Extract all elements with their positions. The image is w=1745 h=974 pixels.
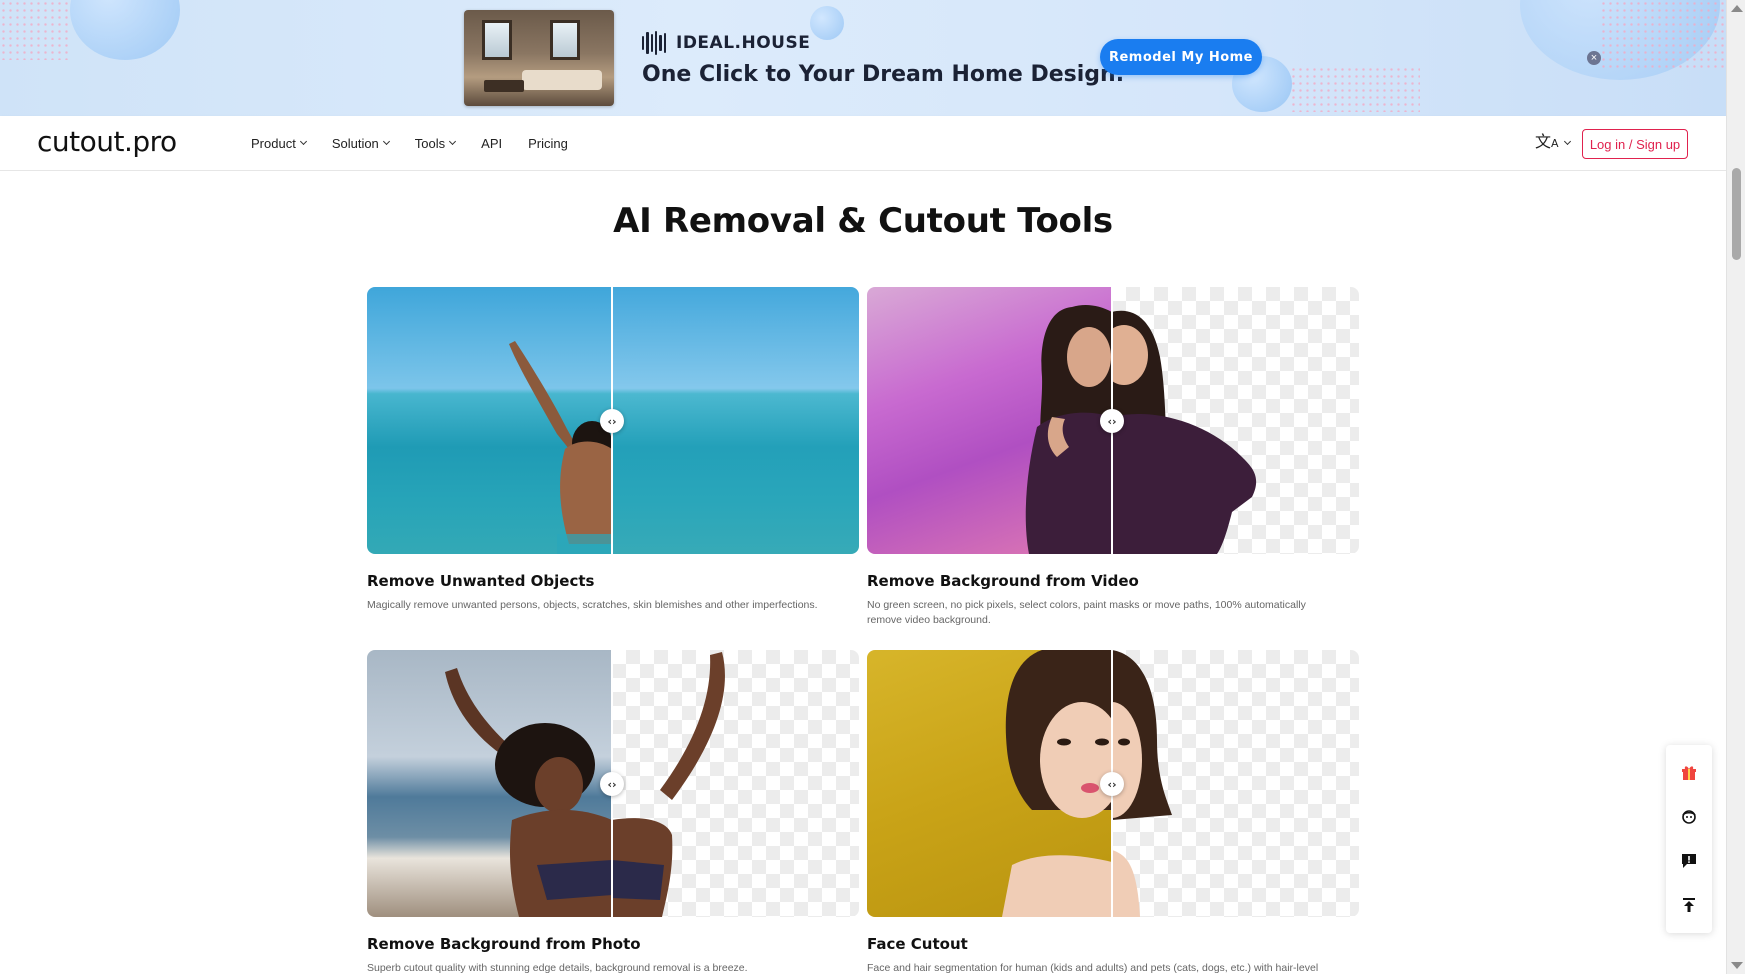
after-image	[612, 650, 859, 917]
ad-decoration	[810, 6, 844, 40]
scroll-up-arrow-icon[interactable]	[1731, 5, 1743, 12]
chevron-down-icon	[1563, 137, 1571, 146]
tool-card-face-cutout[interactable]: ‹› Face Cutout Face and hair segmentatio…	[867, 650, 1359, 974]
navbar: cutout.pro Product Solution Tools API Pr…	[0, 116, 1726, 171]
face-figure	[1002, 650, 1112, 917]
card-title[interactable]: Face Cutout	[867, 935, 1359, 953]
nav-item-label: Solution	[331, 135, 379, 151]
before-after-image[interactable]: ‹›	[367, 650, 859, 917]
support-agent-icon[interactable]	[1675, 803, 1703, 831]
card-title[interactable]: Remove Unwanted Objects	[367, 572, 859, 590]
nav-item-label: Product	[251, 135, 296, 151]
before-after-image[interactable]: ‹›	[367, 287, 859, 554]
card-description: Magically remove unwanted persons, objec…	[367, 599, 818, 611]
before-image	[367, 287, 612, 554]
logo[interactable]: cutout.pro	[37, 125, 177, 158]
swimmer-figure	[509, 341, 612, 554]
card-description: Face and hair segmentation for human (ki…	[867, 962, 1319, 974]
nav-item-solution[interactable]: Solution	[331, 135, 390, 151]
main-content: AI Removal & Cutout Tools ‹› Remove Unwa…	[0, 171, 1726, 974]
close-icon[interactable]: ×	[1587, 51, 1601, 65]
room-sofa	[522, 70, 602, 90]
dancer-figure	[445, 668, 612, 917]
nav-item-label: Tools	[414, 135, 446, 151]
room-window	[550, 20, 580, 60]
after-image	[1112, 650, 1359, 917]
before-after-image[interactable]: ‹›	[867, 650, 1359, 917]
back-to-top-icon[interactable]	[1675, 891, 1703, 919]
card-description: No green screen, no pick pixels, select …	[867, 599, 1306, 626]
card-title[interactable]: Remove Background from Photo	[367, 935, 859, 953]
translate-icon: 文A	[1535, 132, 1559, 151]
ad-decoration	[70, 0, 180, 60]
nav-item-api[interactable]: API	[481, 136, 502, 151]
tool-card-photo-background[interactable]: ‹› Remove Background from Photo Superb c…	[367, 650, 859, 974]
ideal-house-logo-icon	[642, 31, 666, 55]
room-window	[482, 20, 512, 60]
nav-item-label: API	[481, 135, 503, 151]
tool-card-video-background[interactable]: ‹› Remove Background from Video No green…	[867, 287, 1359, 628]
room-table	[484, 80, 524, 92]
card-description: Superb cutout quality with stunning edge…	[367, 962, 748, 974]
card-title[interactable]: Remove Background from Video	[867, 572, 1359, 590]
page-scrollbar[interactable]	[1726, 0, 1745, 974]
language-selector[interactable]: 文A	[1535, 132, 1571, 153]
feedback-icon[interactable]	[1675, 847, 1703, 875]
ad-decoration	[1600, 0, 1726, 70]
ad-decoration	[1290, 66, 1420, 112]
after-image	[1112, 287, 1359, 554]
before-after-image[interactable]: ‹›	[867, 287, 1359, 554]
gift-icon[interactable]	[1675, 759, 1703, 787]
ad-room-image[interactable]	[464, 10, 614, 106]
compare-slider-handle[interactable]: ‹›	[600, 409, 624, 433]
nav-item-pricing[interactable]: Pricing	[528, 136, 568, 151]
ad-brand: IDEAL.HOUSE	[642, 31, 810, 55]
ad-decoration	[0, 0, 70, 60]
ad-tagline: One Click to Your Dream Home Design.	[642, 62, 1125, 87]
woman-cutout-figure	[1112, 310, 1257, 554]
before-image	[867, 650, 1112, 917]
login-signup-button[interactable]: Log in / Sign up	[1582, 129, 1688, 159]
scroll-down-arrow-icon[interactable]	[1731, 962, 1743, 969]
nav-item-label: Pricing	[528, 135, 568, 151]
page: IDEAL.HOUSE One Click to Your Dream Home…	[0, 0, 1745, 974]
before-image	[367, 650, 612, 917]
remodel-my-home-button[interactable]: Remodel My Home	[1100, 39, 1262, 75]
chevron-down-icon	[299, 137, 307, 146]
ad-brand-name: IDEAL.HOUSE	[676, 33, 811, 53]
nav-item-tools[interactable]: Tools	[414, 135, 457, 151]
chevron-down-icon	[449, 137, 457, 146]
scroll-thumb[interactable]	[1732, 168, 1741, 260]
page-title: AI Removal & Cutout Tools	[613, 201, 1113, 241]
tool-card-remove-objects[interactable]: ‹› Remove Unwanted Objects Magically rem…	[367, 287, 859, 613]
compare-slider-handle[interactable]: ‹›	[1100, 772, 1124, 796]
compare-slider-handle[interactable]: ‹›	[600, 772, 624, 796]
side-widget	[1666, 745, 1712, 933]
woman-figure	[1025, 304, 1112, 554]
after-image	[612, 287, 859, 554]
nav-item-product[interactable]: Product	[251, 135, 307, 151]
chevron-down-icon	[382, 137, 390, 146]
compare-slider-handle[interactable]: ‹›	[1100, 409, 1124, 433]
ad-banner[interactable]: IDEAL.HOUSE One Click to Your Dream Home…	[0, 0, 1726, 116]
nav-menu: Product Solution Tools API Pricing	[251, 116, 594, 170]
before-image	[867, 287, 1112, 554]
dancer-cutout-figure	[612, 652, 725, 917]
